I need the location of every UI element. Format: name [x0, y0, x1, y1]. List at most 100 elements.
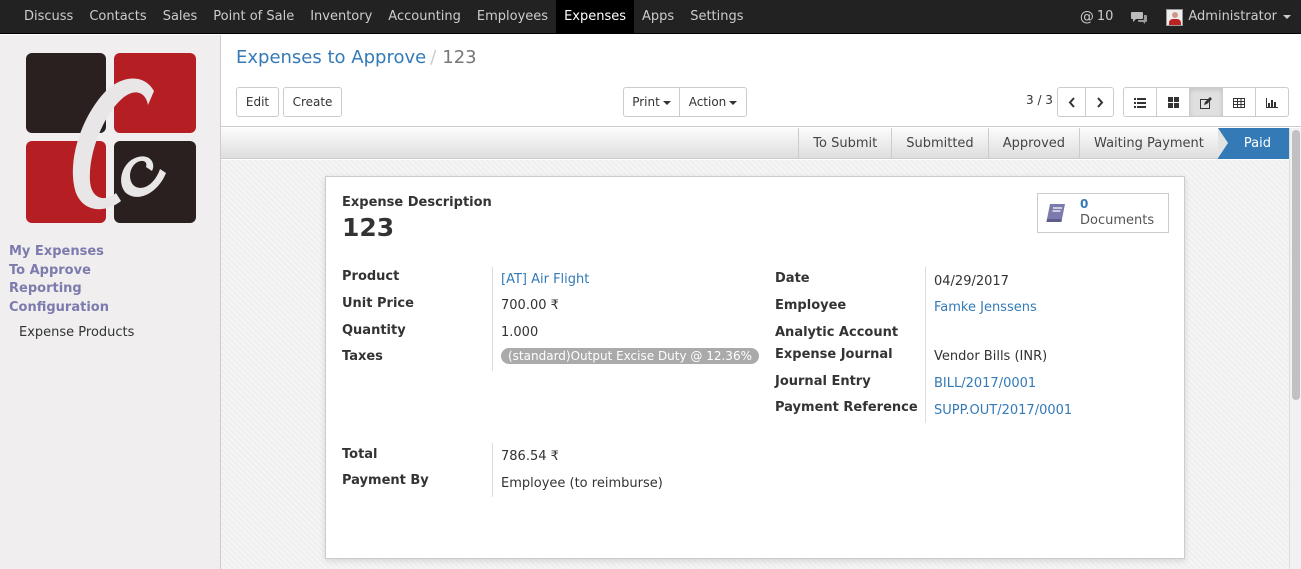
menu-contacts[interactable]: Contacts: [81, 0, 154, 34]
list-icon: [1134, 97, 1146, 108]
menu-settings[interactable]: Settings: [682, 0, 751, 34]
edit-button[interactable]: Edit: [236, 87, 279, 117]
sidebar-item-expense-products[interactable]: Expense Products: [19, 325, 134, 340]
at-icon: @: [1079, 9, 1094, 25]
book-icon: [1046, 204, 1065, 222]
chat-icon: [1131, 11, 1148, 24]
notifications-button[interactable]: @ 10: [1071, 0, 1123, 34]
stage-paid[interactable]: Paid: [1217, 128, 1289, 159]
form-view-button[interactable]: [1189, 87, 1223, 117]
stage-approved[interactable]: Approved: [987, 128, 1079, 159]
control-panel: Expenses to Approve/123 Edit Create Prin…: [221, 35, 1301, 127]
menu-sales[interactable]: Sales: [155, 0, 206, 34]
main-menu: Discuss Contacts Sales Point of Sale Inv…: [16, 0, 752, 34]
avatar: [1166, 8, 1184, 26]
list-view-button[interactable]: [1123, 87, 1157, 117]
sidebar-item-my-expenses[interactable]: My Expenses: [9, 243, 109, 262]
analytic-account-label: Analytic Account: [775, 325, 899, 340]
breadcrumb-parent[interactable]: Expenses to Approve: [236, 47, 426, 68]
user-name: Administrator: [1188, 9, 1277, 24]
breadcrumb-separator: /: [430, 47, 437, 68]
kanban-icon: [1167, 97, 1179, 108]
quantity-label: Quantity: [342, 323, 406, 338]
journal-entry-field[interactable]: BILL/2017/0001: [934, 376, 1036, 391]
sidebar-item-reporting[interactable]: Reporting: [9, 280, 109, 299]
print-button[interactable]: Print: [623, 87, 680, 117]
chevron-right-icon: [1096, 97, 1103, 108]
scrollbar[interactable]: [1289, 128, 1301, 569]
menu-point-of-sale[interactable]: Point of Sale: [205, 0, 302, 34]
unit-price-field: 700.00 ₹: [501, 298, 559, 313]
chevron-left-icon: [1068, 97, 1075, 108]
journal-entry-label: Journal Entry: [775, 374, 871, 389]
status-bar: To Submit Submitted Approved Waiting Pay…: [221, 128, 1289, 159]
documents-label: Documents: [1080, 213, 1155, 228]
kanban-view-button[interactable]: [1156, 87, 1190, 117]
left-group-divider: [492, 267, 493, 371]
graph-view-button[interactable]: [1255, 87, 1289, 117]
notifications-count: 10: [1096, 9, 1114, 24]
documents-count: 0: [1080, 197, 1089, 211]
documents-button[interactable]: 0 Documents: [1037, 193, 1169, 233]
print-label: Print: [632, 95, 660, 109]
stage-to-submit[interactable]: To Submit: [798, 128, 891, 159]
edit-icon: [1200, 96, 1212, 109]
employee-field[interactable]: Famke Jenssens: [934, 300, 1037, 315]
action-label: Action: [688, 95, 727, 109]
chevron-down-icon: [1283, 15, 1291, 19]
breadcrumb: Expenses to Approve/123: [236, 47, 477, 68]
table-icon: [1233, 97, 1245, 108]
chevron-down-icon: [662, 100, 671, 105]
user-menu[interactable]: Administrator: [1157, 0, 1301, 34]
payment-by-label: Payment By: [342, 473, 429, 488]
company-logo: [26, 53, 196, 223]
chevron-down-icon: [729, 100, 738, 105]
pager-previous-button[interactable]: [1057, 87, 1086, 117]
sidebar: My Expenses To Approve Reporting Configu…: [0, 35, 221, 569]
date-label: Date: [775, 271, 810, 286]
payment-reference-field[interactable]: SUPP.OUT/2017/0001: [934, 403, 1072, 418]
product-field[interactable]: [AT] Air Flight: [501, 272, 589, 287]
action-button[interactable]: Action: [679, 87, 747, 117]
breadcrumb-current: 123: [442, 47, 477, 68]
stage-submitted[interactable]: Submitted: [891, 128, 987, 159]
create-button[interactable]: Create: [283, 87, 342, 117]
menu-expenses[interactable]: Expenses: [556, 0, 635, 34]
top-navbar: Discuss Contacts Sales Point of Sale Inv…: [0, 0, 1301, 34]
payment-reference-label: Payment Reference: [775, 400, 918, 415]
unit-price-label: Unit Price: [342, 296, 414, 311]
expense-journal-label: Expense Journal: [775, 347, 893, 362]
payment-by-field: Employee (to reimburse): [501, 476, 663, 491]
date-field: 04/29/2017: [934, 274, 1009, 289]
form-sheet: 0 Documents Expense Description 123 Prod…: [325, 176, 1185, 559]
bar-chart-icon: [1266, 97, 1278, 108]
bottom-group-divider: [492, 443, 493, 497]
taxes-label: Taxes: [342, 349, 383, 364]
menu-inventory[interactable]: Inventory: [302, 0, 380, 34]
expense-journal-field: Vendor Bills (INR): [934, 349, 1048, 364]
sidebar-item-configuration[interactable]: Configuration: [9, 299, 109, 318]
stage-waiting-payment[interactable]: Waiting Payment: [1079, 128, 1218, 159]
employee-label: Employee: [775, 298, 847, 313]
pivot-view-button[interactable]: [1222, 87, 1256, 117]
quantity-field: 1.000: [501, 325, 539, 340]
product-label: Product: [342, 269, 400, 284]
menu-discuss[interactable]: Discuss: [16, 0, 81, 34]
sidebar-item-to-approve[interactable]: To Approve: [9, 262, 109, 281]
menu-accounting[interactable]: Accounting: [380, 0, 469, 34]
tax-tag: (standard)Output Excise Duty @ 12.36%: [501, 348, 759, 364]
right-group-divider: [925, 267, 926, 423]
sidebar-sections: My Expenses To Approve Reporting Configu…: [9, 243, 109, 317]
menu-employees[interactable]: Employees: [469, 0, 556, 34]
pager-value[interactable]: 3 / 3: [1026, 93, 1053, 107]
description-label: Expense Description: [342, 195, 492, 210]
status-stages: To Submit Submitted Approved Waiting Pay…: [798, 128, 1289, 159]
chat-button[interactable]: [1122, 0, 1157, 34]
menu-apps[interactable]: Apps: [634, 0, 682, 34]
pager-next-button[interactable]: [1085, 87, 1114, 117]
total-label: Total: [342, 447, 378, 462]
expense-description: 123: [342, 213, 395, 242]
scrollbar-thumb[interactable]: [1292, 130, 1300, 400]
navbar-right: @ 10 Administrator: [1071, 0, 1301, 34]
total-field: 786.54 ₹: [501, 449, 559, 464]
